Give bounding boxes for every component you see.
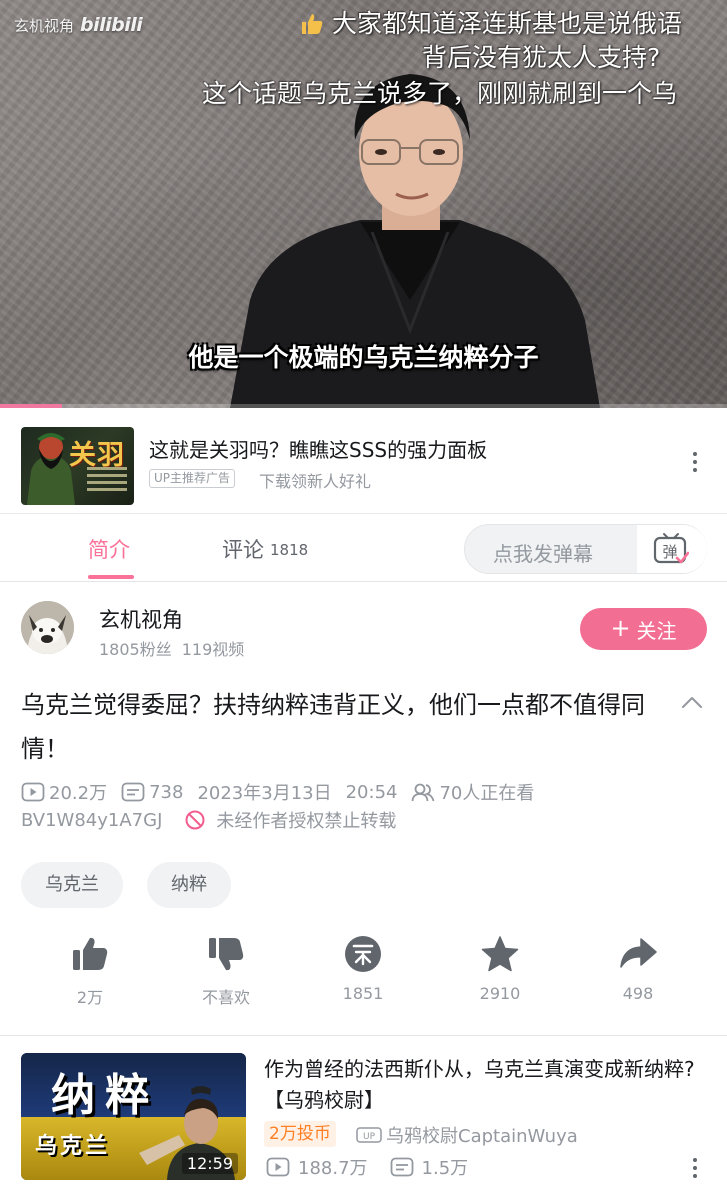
- share-icon: [620, 938, 657, 968]
- coin-button[interactable]: 1851: [313, 934, 413, 1003]
- publish-time: 20:54: [345, 781, 398, 803]
- danmu-toggle-button[interactable]: 弹: [637, 525, 707, 573]
- video-player[interactable]: 玄机视角 bilibili 大家都知道泽连斯基也是说俄语 背后没有犹太人支持? …: [0, 0, 727, 408]
- svg-text:UP: UP: [363, 1132, 376, 1142]
- sponsored-ad-card[interactable]: 关羽 这就是关羽吗？瞧瞧这SSS的强力面板 UP主推荐广告 下载领新人好礼: [0, 408, 727, 514]
- detail-tabs: 简介 评论 1818 点我发弹幕 弹: [0, 514, 727, 582]
- author-video-count: 119视频: [181, 640, 245, 659]
- thumb-up-icon: [73, 937, 108, 970]
- avatar[interactable]: [21, 601, 74, 654]
- thumb-down-icon: [209, 938, 244, 971]
- comments-count: 1818: [270, 541, 309, 559]
- like-count: 2万: [76, 988, 104, 1007]
- tab-intro[interactable]: 简介: [88, 534, 130, 564]
- danmaku-count-icon: [121, 782, 145, 802]
- ad-thumbnail: 关羽: [21, 427, 134, 505]
- recommended-video-thumbnail[interactable]: 纳粹 乌克兰 12:59: [21, 1053, 246, 1180]
- danmu-tv-icon: 弹: [653, 533, 689, 564]
- copyright-notice: 未经作者授权禁止转载: [216, 811, 397, 832]
- ad-title[interactable]: 这就是关羽吗？瞧瞧这SSS的强力面板: [149, 434, 487, 463]
- view-count: 20.2万: [49, 783, 108, 804]
- share-count: 498: [622, 984, 654, 1003]
- video-meta-row: 20.2万 738 2023年3月13日 20:54 70人正在看: [21, 779, 534, 805]
- watching-count: 70人正在看: [439, 783, 535, 804]
- tab-comments[interactable]: 评论 1818: [222, 534, 308, 564]
- rec-thumb-text-bottom: 乌克兰: [35, 1134, 111, 1159]
- tab-comments-label: 评论: [222, 538, 264, 562]
- thumb-up-icon: [302, 14, 323, 34]
- star-icon: [481, 936, 519, 972]
- video-title: 乌克兰觉得委屈？扶持纳粹违背正义，他们一点都不值得同情！: [21, 691, 645, 763]
- tabs-divider: [0, 581, 727, 582]
- chevron-up-icon[interactable]: [681, 695, 703, 709]
- like-button[interactable]: 2万: [40, 934, 140, 1008]
- danmaku-comment: 大家都知道泽连斯基也是说俄语: [300, 4, 682, 40]
- video-bvid[interactable]: BV1W84y1A7GJ: [21, 810, 162, 831]
- tag-chip[interactable]: 乌克兰: [21, 862, 123, 908]
- active-tab-indicator: [88, 575, 134, 579]
- share-button[interactable]: 498: [588, 934, 688, 1003]
- author-stats: 1805粉丝 119视频: [99, 636, 244, 660]
- recommended-stats: 188.7万 1.5万: [266, 1154, 468, 1180]
- publish-date: 2023年3月13日: [197, 783, 332, 804]
- danmu-input[interactable]: 点我发弹幕 弹: [464, 524, 707, 574]
- bilibili-logo: bilibili: [80, 14, 143, 36]
- coin-icon: [345, 936, 381, 972]
- dislike-button[interactable]: 不喜欢: [176, 934, 276, 1008]
- ad-thumb-stat-bars: [87, 467, 127, 495]
- follow-button-label: 关注: [636, 618, 677, 643]
- favorite-count: 2910: [479, 984, 521, 1003]
- recommended-video-title[interactable]: 作为曾经的法西斯仆从，乌克兰真演变成新纳粹?【乌鸦校尉】: [264, 1054, 710, 1116]
- danmaku-comment: 这个话题乌克兰说多了，刚刚就刷到一个乌: [202, 79, 678, 108]
- no-repost-icon: [185, 810, 205, 830]
- watching-people-icon: [412, 783, 435, 802]
- ad-tag: UP主推荐广告: [149, 469, 236, 488]
- coin-badge: 2万投币: [264, 1121, 336, 1147]
- dislike-label: 不喜欢: [201, 988, 250, 1007]
- follow-button[interactable]: + 关注: [580, 608, 707, 650]
- avatar-dog-image: [21, 601, 74, 654]
- rec-view-count: 188.7万: [298, 1158, 368, 1179]
- play-count-icon: [21, 782, 45, 802]
- watermark-channel-name: 玄机视角: [14, 16, 75, 35]
- author-name[interactable]: 玄机视角: [99, 604, 183, 634]
- danmu-input-placeholder: 点我发弹幕: [493, 542, 593, 566]
- video-subtitle: 他是一个极端的乌克兰纳粹分子: [188, 343, 539, 372]
- coin-count: 1851: [342, 984, 384, 1003]
- video-duration: 12:59: [181, 1153, 238, 1174]
- up-icon: UP: [356, 1127, 382, 1143]
- video-id-row: BV1W84y1A7GJ 未经作者授权禁止转载: [21, 807, 396, 833]
- ad-subtitle: 下载领新人好礼: [259, 472, 372, 491]
- recommended-up-name[interactable]: UP 乌鸦校尉CaptainWuya: [356, 1122, 578, 1148]
- danmaku-count: 738: [149, 781, 184, 803]
- rec-danmaku-count: 1.5万: [421, 1158, 469, 1179]
- danmaku-comment: 背后没有犹太人支持?: [422, 43, 661, 72]
- author-followers: 1805粉丝: [99, 640, 172, 659]
- up-name-label: 乌鸦校尉CaptainWuya: [386, 1126, 578, 1147]
- more-vertical-icon[interactable]: [692, 1158, 698, 1182]
- danmaku-count-icon: [390, 1157, 413, 1177]
- play-count-icon: [266, 1157, 290, 1177]
- plus-icon: +: [610, 614, 631, 642]
- tag-chip[interactable]: 纳粹: [147, 862, 231, 908]
- favorite-button[interactable]: 2910: [450, 934, 550, 1003]
- more-vertical-icon[interactable]: [692, 452, 698, 476]
- actions-divider: [0, 1035, 727, 1036]
- channel-watermark: 玄机视角 bilibili: [14, 14, 143, 36]
- svg-text:弹: 弹: [662, 543, 677, 561]
